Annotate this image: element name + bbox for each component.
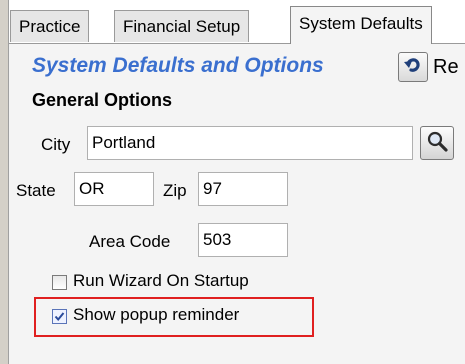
tab-practice[interactable]: Practice: [10, 10, 90, 42]
magnifier-icon: [426, 130, 448, 157]
area-code-label: Area Code: [89, 232, 171, 251]
run-wizard-label[interactable]: Run Wizard On Startup: [73, 271, 249, 291]
city-search-button[interactable]: [420, 126, 454, 160]
checkmark-icon: [54, 312, 65, 322]
undo-button[interactable]: [398, 52, 428, 82]
section-heading: General Options: [32, 90, 173, 110]
city-field[interactable]: [87, 126, 413, 160]
state-label: State: [16, 181, 56, 200]
settings-window: Practice Financial Setup System Defaults…: [0, 0, 465, 364]
window-left-edge: [0, 0, 9, 364]
state-field[interactable]: [74, 172, 154, 206]
page-title: System Defaults and Options: [32, 54, 324, 77]
run-wizard-checkbox[interactable]: [52, 275, 67, 290]
zip-field[interactable]: [198, 172, 288, 206]
tab-system-defaults[interactable]: System Defaults: [290, 6, 432, 44]
zip-label: Zip: [163, 181, 187, 200]
city-label: City: [41, 135, 71, 154]
show-popup-label[interactable]: Show popup reminder: [73, 305, 239, 325]
undo-icon: [403, 55, 423, 80]
area-code-field[interactable]: [198, 223, 288, 257]
tab-financial-setup[interactable]: Financial Setup: [114, 10, 250, 42]
show-popup-checkbox[interactable]: [52, 309, 67, 324]
undo-label[interactable]: Re: [433, 56, 459, 79]
